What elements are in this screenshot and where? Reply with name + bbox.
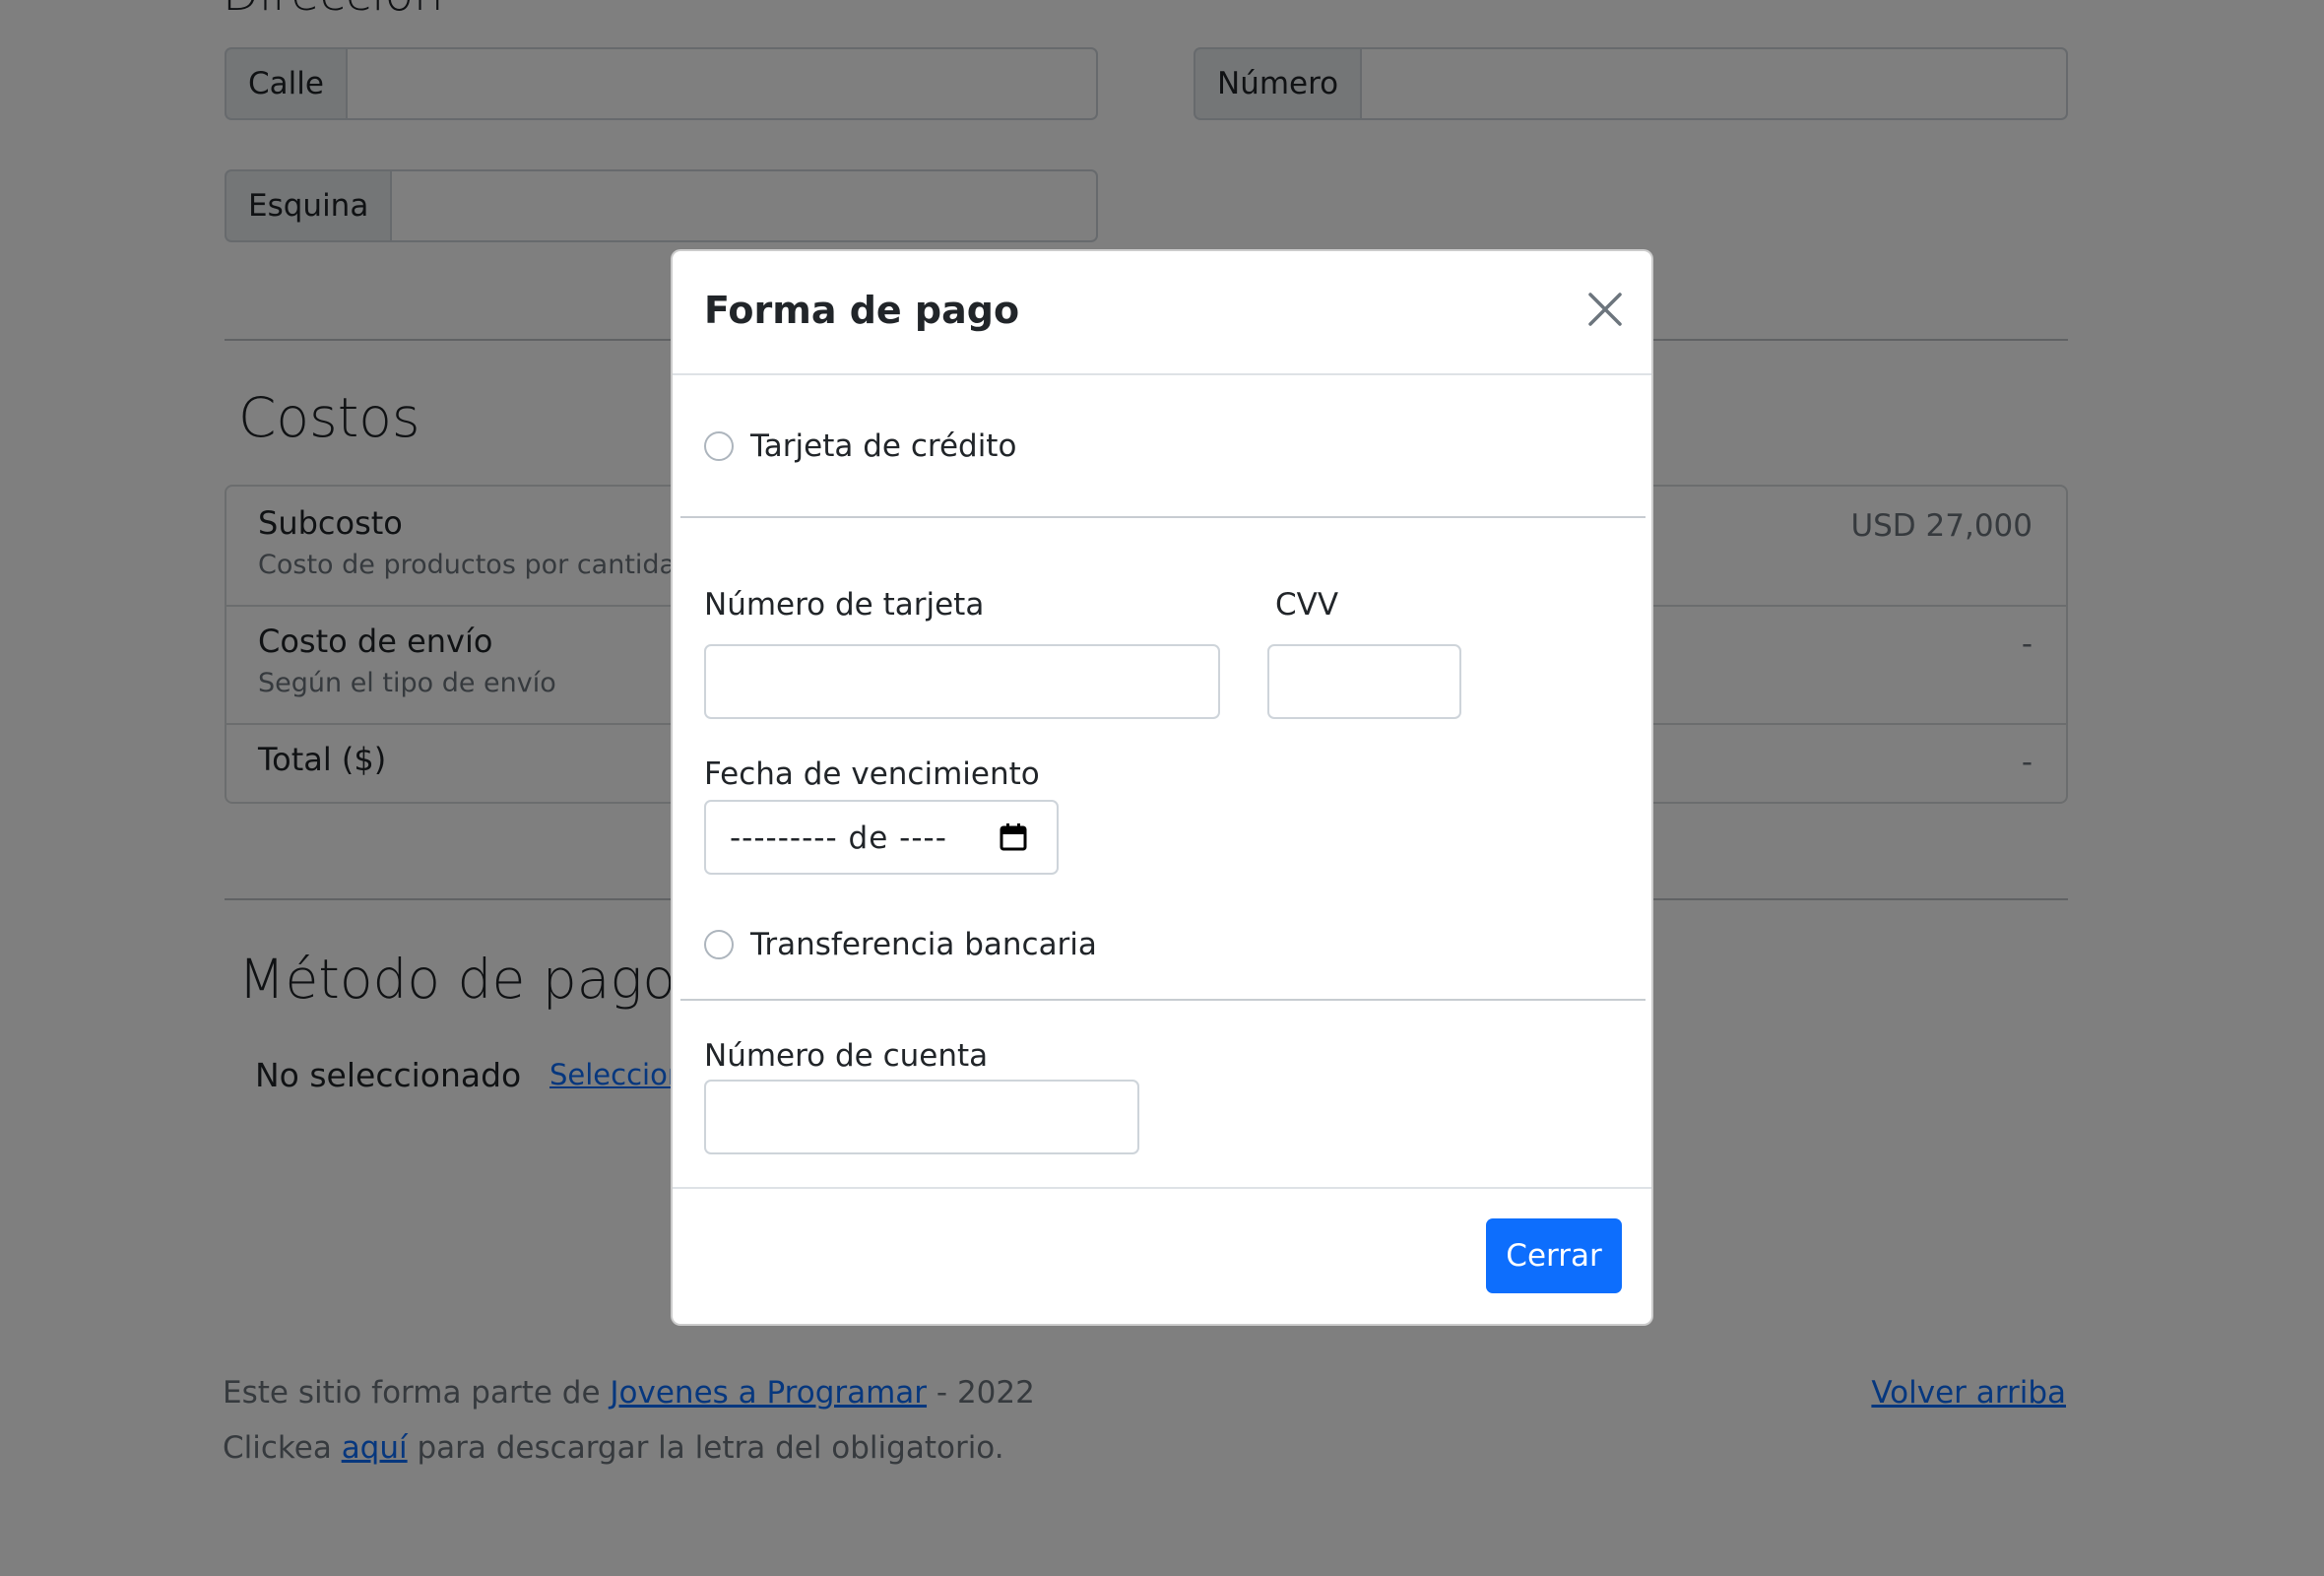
bank-transfer-label: Transferencia bancaria bbox=[750, 927, 1097, 962]
card-number-input[interactable] bbox=[704, 644, 1220, 719]
modal-footer-divider bbox=[673, 1187, 1651, 1189]
calendar-icon[interactable] bbox=[998, 821, 1029, 853]
account-number-label: Número de cuenta bbox=[704, 1038, 989, 1074]
option-divider bbox=[680, 999, 1646, 1001]
expiry-month-input[interactable]: --------- de ---- bbox=[704, 800, 1059, 875]
account-number-input[interactable] bbox=[704, 1080, 1139, 1154]
credit-card-label: Tarjeta de crédito bbox=[750, 428, 1017, 464]
cvv-label: CVV bbox=[1275, 587, 1339, 623]
bank-transfer-option[interactable]: Transferencia bancaria bbox=[704, 927, 1097, 962]
bank-transfer-radio[interactable] bbox=[704, 930, 734, 959]
credit-card-option[interactable]: Tarjeta de crédito bbox=[704, 428, 1016, 464]
expiry-placeholder: --------- de ---- bbox=[730, 821, 947, 856]
option-divider bbox=[680, 516, 1646, 518]
cvv-input[interactable] bbox=[1267, 644, 1461, 719]
close-button[interactable]: Cerrar bbox=[1486, 1218, 1622, 1293]
modal-header-divider bbox=[673, 373, 1651, 375]
modal-title: Forma de pago bbox=[704, 289, 1020, 332]
close-icon[interactable] bbox=[1582, 287, 1628, 332]
payment-modal: Forma de pago Tarjeta de crédito Número … bbox=[671, 249, 1653, 1326]
credit-card-radio[interactable] bbox=[704, 431, 734, 461]
expiry-label: Fecha de vencimiento bbox=[704, 756, 1040, 792]
card-number-label: Número de tarjeta bbox=[704, 587, 985, 623]
